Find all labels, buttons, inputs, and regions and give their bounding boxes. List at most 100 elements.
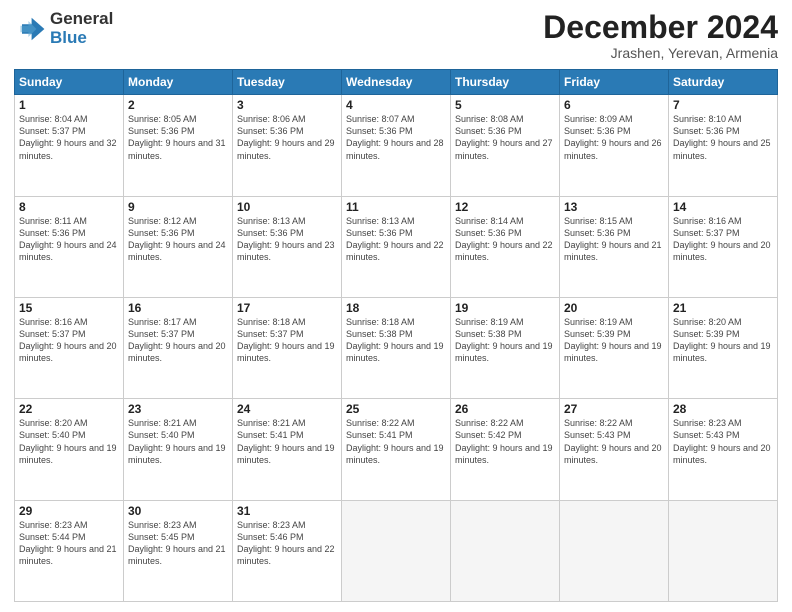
day-info: Sunrise: 8:23 AMSunset: 5:44 PMDaylight:… xyxy=(19,519,119,568)
day-number: 28 xyxy=(673,402,773,416)
logo-general: General xyxy=(50,10,113,29)
day-number: 26 xyxy=(455,402,555,416)
day-number: 6 xyxy=(564,98,664,112)
day-number: 3 xyxy=(237,98,337,112)
calendar-cell: 30Sunrise: 8:23 AMSunset: 5:45 PMDayligh… xyxy=(124,500,233,601)
calendar-cell: 19Sunrise: 8:19 AMSunset: 5:38 PMDayligh… xyxy=(451,297,560,398)
calendar-cell: 31Sunrise: 8:23 AMSunset: 5:46 PMDayligh… xyxy=(233,500,342,601)
calendar-cell: 22Sunrise: 8:20 AMSunset: 5:40 PMDayligh… xyxy=(15,399,124,500)
col-header-thursday: Thursday xyxy=(451,70,560,95)
week-row-4: 22Sunrise: 8:20 AMSunset: 5:40 PMDayligh… xyxy=(15,399,778,500)
day-number: 31 xyxy=(237,504,337,518)
day-info: Sunrise: 8:11 AMSunset: 5:36 PMDaylight:… xyxy=(19,215,119,264)
logo-blue: Blue xyxy=(50,29,113,48)
day-info: Sunrise: 8:12 AMSunset: 5:36 PMDaylight:… xyxy=(128,215,228,264)
day-info: Sunrise: 8:07 AMSunset: 5:36 PMDaylight:… xyxy=(346,113,446,162)
day-info: Sunrise: 8:19 AMSunset: 5:38 PMDaylight:… xyxy=(455,316,555,365)
title-block: December 2024 Jrashen, Yerevan, Armenia xyxy=(543,10,778,61)
day-info: Sunrise: 8:19 AMSunset: 5:39 PMDaylight:… xyxy=(564,316,664,365)
day-number: 8 xyxy=(19,200,119,214)
calendar-cell: 29Sunrise: 8:23 AMSunset: 5:44 PMDayligh… xyxy=(15,500,124,601)
day-number: 17 xyxy=(237,301,337,315)
day-number: 30 xyxy=(128,504,228,518)
day-info: Sunrise: 8:13 AMSunset: 5:36 PMDaylight:… xyxy=(346,215,446,264)
day-number: 11 xyxy=(346,200,446,214)
day-info: Sunrise: 8:04 AMSunset: 5:37 PMDaylight:… xyxy=(19,113,119,162)
col-header-sunday: Sunday xyxy=(15,70,124,95)
calendar-cell: 24Sunrise: 8:21 AMSunset: 5:41 PMDayligh… xyxy=(233,399,342,500)
day-info: Sunrise: 8:17 AMSunset: 5:37 PMDaylight:… xyxy=(128,316,228,365)
day-number: 9 xyxy=(128,200,228,214)
day-number: 2 xyxy=(128,98,228,112)
logo-text: General Blue xyxy=(50,10,113,47)
calendar-cell: 12Sunrise: 8:14 AMSunset: 5:36 PMDayligh… xyxy=(451,196,560,297)
col-header-tuesday: Tuesday xyxy=(233,70,342,95)
day-number: 19 xyxy=(455,301,555,315)
day-info: Sunrise: 8:09 AMSunset: 5:36 PMDaylight:… xyxy=(564,113,664,162)
day-number: 14 xyxy=(673,200,773,214)
calendar-cell: 10Sunrise: 8:13 AMSunset: 5:36 PMDayligh… xyxy=(233,196,342,297)
week-row-2: 8Sunrise: 8:11 AMSunset: 5:36 PMDaylight… xyxy=(15,196,778,297)
col-header-wednesday: Wednesday xyxy=(342,70,451,95)
calendar-cell: 13Sunrise: 8:15 AMSunset: 5:36 PMDayligh… xyxy=(560,196,669,297)
calendar-cell: 26Sunrise: 8:22 AMSunset: 5:42 PMDayligh… xyxy=(451,399,560,500)
day-info: Sunrise: 8:18 AMSunset: 5:37 PMDaylight:… xyxy=(237,316,337,365)
week-row-1: 1Sunrise: 8:04 AMSunset: 5:37 PMDaylight… xyxy=(15,95,778,196)
day-number: 15 xyxy=(19,301,119,315)
col-header-monday: Monday xyxy=(124,70,233,95)
calendar-cell: 23Sunrise: 8:21 AMSunset: 5:40 PMDayligh… xyxy=(124,399,233,500)
calendar-cell: 11Sunrise: 8:13 AMSunset: 5:36 PMDayligh… xyxy=(342,196,451,297)
calendar-cell: 5Sunrise: 8:08 AMSunset: 5:36 PMDaylight… xyxy=(451,95,560,196)
day-info: Sunrise: 8:20 AMSunset: 5:39 PMDaylight:… xyxy=(673,316,773,365)
day-number: 10 xyxy=(237,200,337,214)
day-number: 24 xyxy=(237,402,337,416)
calendar-cell: 17Sunrise: 8:18 AMSunset: 5:37 PMDayligh… xyxy=(233,297,342,398)
location-subtitle: Jrashen, Yerevan, Armenia xyxy=(543,45,778,61)
logo: General Blue xyxy=(14,10,113,47)
day-number: 23 xyxy=(128,402,228,416)
day-number: 20 xyxy=(564,301,664,315)
day-info: Sunrise: 8:05 AMSunset: 5:36 PMDaylight:… xyxy=(128,113,228,162)
day-info: Sunrise: 8:08 AMSunset: 5:36 PMDaylight:… xyxy=(455,113,555,162)
day-number: 4 xyxy=(346,98,446,112)
day-number: 27 xyxy=(564,402,664,416)
day-info: Sunrise: 8:16 AMSunset: 5:37 PMDaylight:… xyxy=(19,316,119,365)
calendar-cell: 6Sunrise: 8:09 AMSunset: 5:36 PMDaylight… xyxy=(560,95,669,196)
month-title: December 2024 xyxy=(543,10,778,45)
calendar-cell: 9Sunrise: 8:12 AMSunset: 5:36 PMDaylight… xyxy=(124,196,233,297)
calendar-cell: 4Sunrise: 8:07 AMSunset: 5:36 PMDaylight… xyxy=(342,95,451,196)
day-number: 16 xyxy=(128,301,228,315)
calendar-cell xyxy=(451,500,560,601)
day-number: 25 xyxy=(346,402,446,416)
calendar-cell: 27Sunrise: 8:22 AMSunset: 5:43 PMDayligh… xyxy=(560,399,669,500)
day-number: 12 xyxy=(455,200,555,214)
day-info: Sunrise: 8:21 AMSunset: 5:40 PMDaylight:… xyxy=(128,417,228,466)
day-info: Sunrise: 8:14 AMSunset: 5:36 PMDaylight:… xyxy=(455,215,555,264)
week-row-5: 29Sunrise: 8:23 AMSunset: 5:44 PMDayligh… xyxy=(15,500,778,601)
calendar-cell: 15Sunrise: 8:16 AMSunset: 5:37 PMDayligh… xyxy=(15,297,124,398)
page-header: General Blue December 2024 Jrashen, Yere… xyxy=(14,10,778,61)
col-header-friday: Friday xyxy=(560,70,669,95)
day-number: 1 xyxy=(19,98,119,112)
day-info: Sunrise: 8:06 AMSunset: 5:36 PMDaylight:… xyxy=(237,113,337,162)
week-row-3: 15Sunrise: 8:16 AMSunset: 5:37 PMDayligh… xyxy=(15,297,778,398)
day-info: Sunrise: 8:10 AMSunset: 5:36 PMDaylight:… xyxy=(673,113,773,162)
day-number: 22 xyxy=(19,402,119,416)
day-info: Sunrise: 8:22 AMSunset: 5:41 PMDaylight:… xyxy=(346,417,446,466)
day-info: Sunrise: 8:16 AMSunset: 5:37 PMDaylight:… xyxy=(673,215,773,264)
calendar-cell xyxy=(669,500,778,601)
day-info: Sunrise: 8:20 AMSunset: 5:40 PMDaylight:… xyxy=(19,417,119,466)
day-number: 29 xyxy=(19,504,119,518)
day-number: 18 xyxy=(346,301,446,315)
day-info: Sunrise: 8:13 AMSunset: 5:36 PMDaylight:… xyxy=(237,215,337,264)
day-number: 7 xyxy=(673,98,773,112)
calendar-cell: 7Sunrise: 8:10 AMSunset: 5:36 PMDaylight… xyxy=(669,95,778,196)
day-number: 21 xyxy=(673,301,773,315)
col-header-saturday: Saturday xyxy=(669,70,778,95)
day-info: Sunrise: 8:23 AMSunset: 5:43 PMDaylight:… xyxy=(673,417,773,466)
day-info: Sunrise: 8:23 AMSunset: 5:46 PMDaylight:… xyxy=(237,519,337,568)
day-info: Sunrise: 8:23 AMSunset: 5:45 PMDaylight:… xyxy=(128,519,228,568)
day-number: 13 xyxy=(564,200,664,214)
calendar-cell: 21Sunrise: 8:20 AMSunset: 5:39 PMDayligh… xyxy=(669,297,778,398)
calendar-cell: 2Sunrise: 8:05 AMSunset: 5:36 PMDaylight… xyxy=(124,95,233,196)
